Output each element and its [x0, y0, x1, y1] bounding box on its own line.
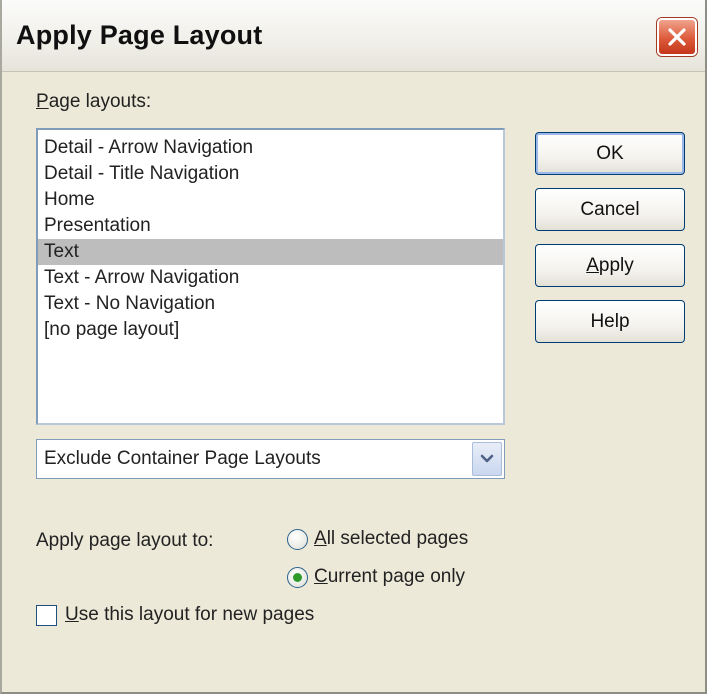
page-layouts-label-mnemonic: P: [36, 91, 49, 112]
radio-label-rest: urrent page only: [327, 566, 466, 587]
dialog-window: Apply Page Layout Page layouts: Detail -…: [0, 0, 707, 694]
apply-button-mnemonic: A: [586, 254, 599, 276]
list-item[interactable]: Text - No Navigation: [38, 291, 503, 317]
check-label-rest: se this layout for new pages: [78, 604, 315, 625]
close-icon: [668, 28, 686, 46]
list-item[interactable]: Text - Arrow Navigation: [38, 265, 503, 291]
layout-filter-value: Exclude Container Page Layouts: [44, 448, 321, 469]
new-pages-checkbox-row[interactable]: Use this layout for new pages: [36, 604, 314, 626]
radio-label-mnemonic: C: [314, 566, 328, 587]
title-bar[interactable]: Apply Page Layout: [2, 0, 705, 72]
dialog-title: Apply Page Layout: [16, 20, 263, 50]
apply-button[interactable]: Apply: [535, 244, 685, 287]
radio-label: All selected pages: [314, 528, 468, 550]
radio-selected-dot: [293, 572, 302, 582]
radio-label-rest: ll selected pages: [326, 528, 469, 549]
help-button[interactable]: Help: [535, 300, 685, 343]
list-item[interactable]: Home: [38, 187, 503, 213]
page-layouts-label-rest: age layouts:: [48, 91, 152, 112]
chevron-down-icon: [480, 454, 494, 463]
list-item-selected[interactable]: Text: [38, 239, 503, 265]
layout-filter-select[interactable]: Exclude Container Page Layouts: [36, 439, 505, 479]
list-item[interactable]: Detail - Arrow Navigation: [38, 135, 503, 161]
radio-button[interactable]: [287, 528, 308, 550]
apply-to-label: Apply page layout to:: [36, 530, 214, 551]
new-pages-checkbox-label: Use this layout for new pages: [65, 604, 314, 626]
check-label-mnemonic: U: [65, 604, 79, 625]
list-item[interactable]: [no page layout]: [38, 317, 503, 343]
radio-all-selected-pages[interactable]: All selected pages: [287, 528, 468, 550]
apply-button-rest: pply: [598, 254, 634, 276]
radio-current-page-only[interactable]: Current page only: [287, 566, 465, 588]
page-layouts-listbox[interactable]: Detail - Arrow Navigation Detail - Title…: [36, 128, 505, 425]
radio-button[interactable]: [287, 566, 308, 588]
ok-button[interactable]: OK: [535, 132, 685, 175]
list-item[interactable]: Presentation: [38, 213, 503, 239]
dropdown-button[interactable]: [472, 442, 502, 476]
radio-label: Current page only: [314, 566, 465, 588]
new-pages-checkbox[interactable]: [36, 604, 57, 626]
cancel-button[interactable]: Cancel: [535, 188, 685, 231]
page-layouts-label: Page layouts:: [36, 91, 151, 113]
close-button[interactable]: [657, 18, 697, 56]
list-item[interactable]: Detail - Title Navigation: [38, 161, 503, 187]
radio-label-mnemonic: A: [314, 528, 327, 549]
